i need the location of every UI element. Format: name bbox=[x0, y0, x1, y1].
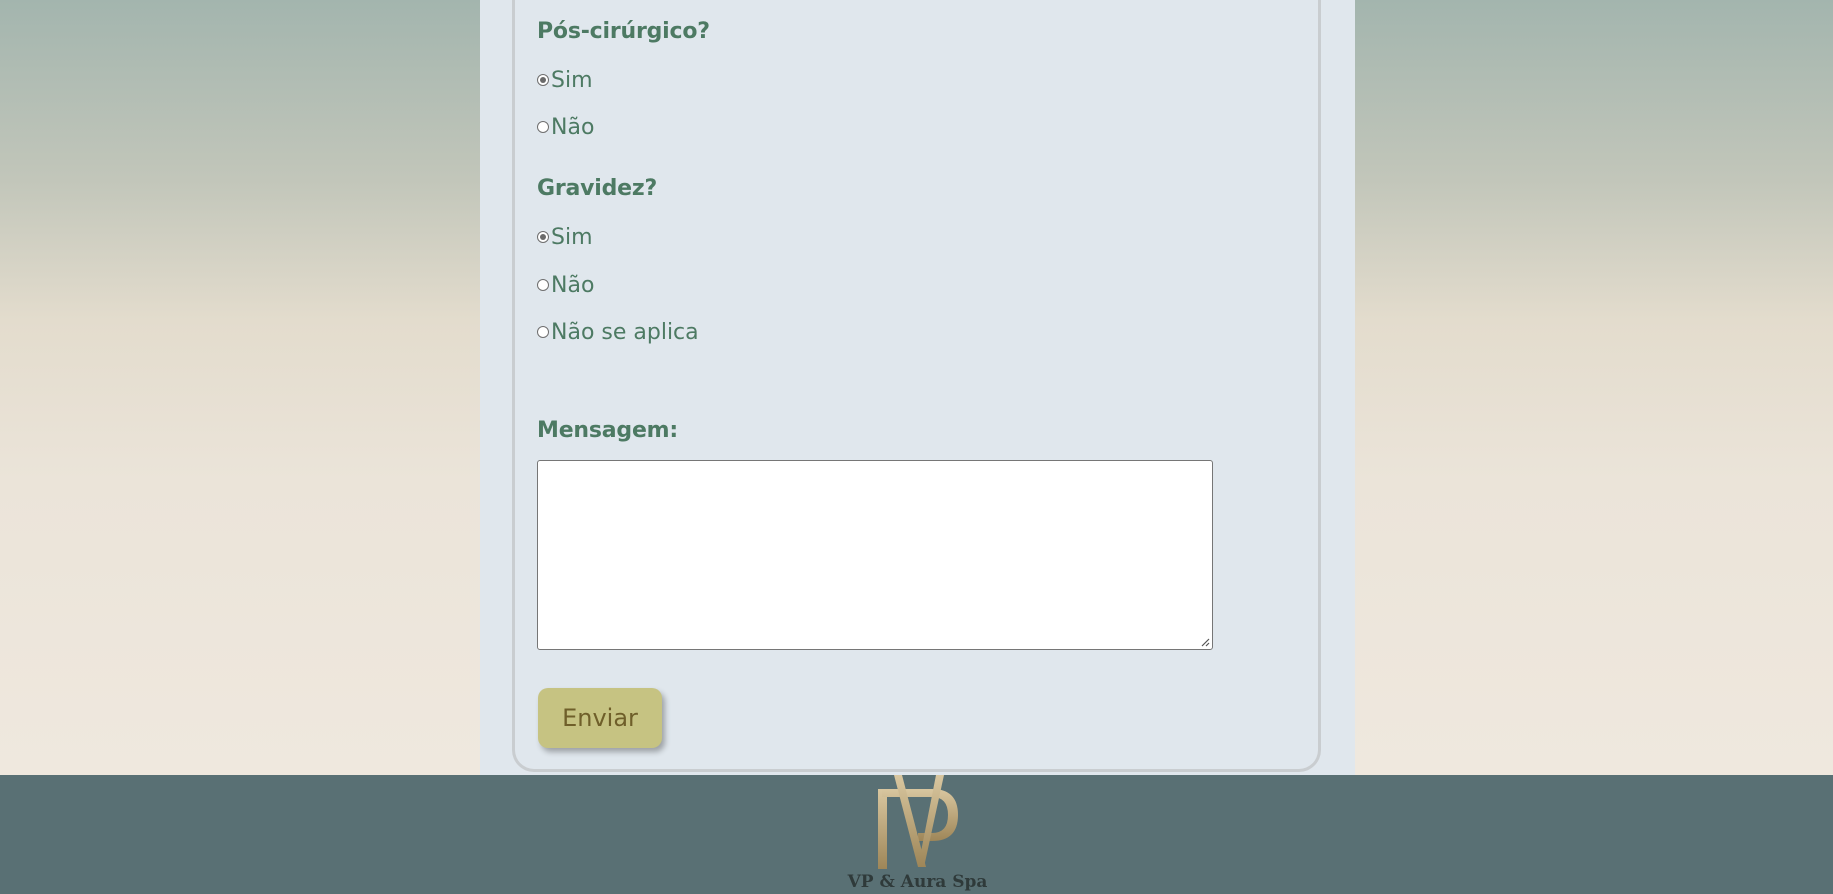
vp-monogram-logo-icon bbox=[878, 775, 958, 869]
pregnancy-option-yes[interactable]: Sim bbox=[537, 223, 593, 251]
pregnancy-option-no[interactable]: Não bbox=[537, 271, 594, 299]
post-surgery-option-no[interactable]: Não bbox=[537, 113, 594, 141]
option-label: Sim bbox=[551, 224, 593, 250]
radio-button[interactable] bbox=[537, 279, 549, 291]
post-surgery-option-yes[interactable]: Sim bbox=[537, 66, 593, 94]
pregnancy-question: Gravidez? bbox=[537, 176, 658, 201]
post-surgery-question: Pós-cirúrgico? bbox=[537, 19, 710, 44]
radio-button[interactable] bbox=[537, 121, 549, 133]
option-label: Não bbox=[551, 114, 595, 140]
resize-handle-icon[interactable] bbox=[1200, 637, 1210, 647]
brand-name: VP & Aura Spa bbox=[847, 872, 988, 892]
message-textarea[interactable] bbox=[537, 460, 1213, 650]
form-container bbox=[512, 0, 1321, 772]
option-label: Não bbox=[551, 272, 595, 298]
pregnancy-option-not-applicable[interactable]: Não se aplica bbox=[537, 318, 699, 346]
radio-button-checked[interactable] bbox=[537, 231, 549, 243]
submit-button[interactable]: Enviar bbox=[538, 688, 662, 748]
radio-button-checked[interactable] bbox=[537, 74, 549, 86]
radio-button[interactable] bbox=[537, 326, 549, 338]
option-label: Não se aplica bbox=[551, 319, 699, 345]
option-label: Sim bbox=[551, 67, 593, 93]
message-label: Mensagem: bbox=[537, 418, 679, 443]
